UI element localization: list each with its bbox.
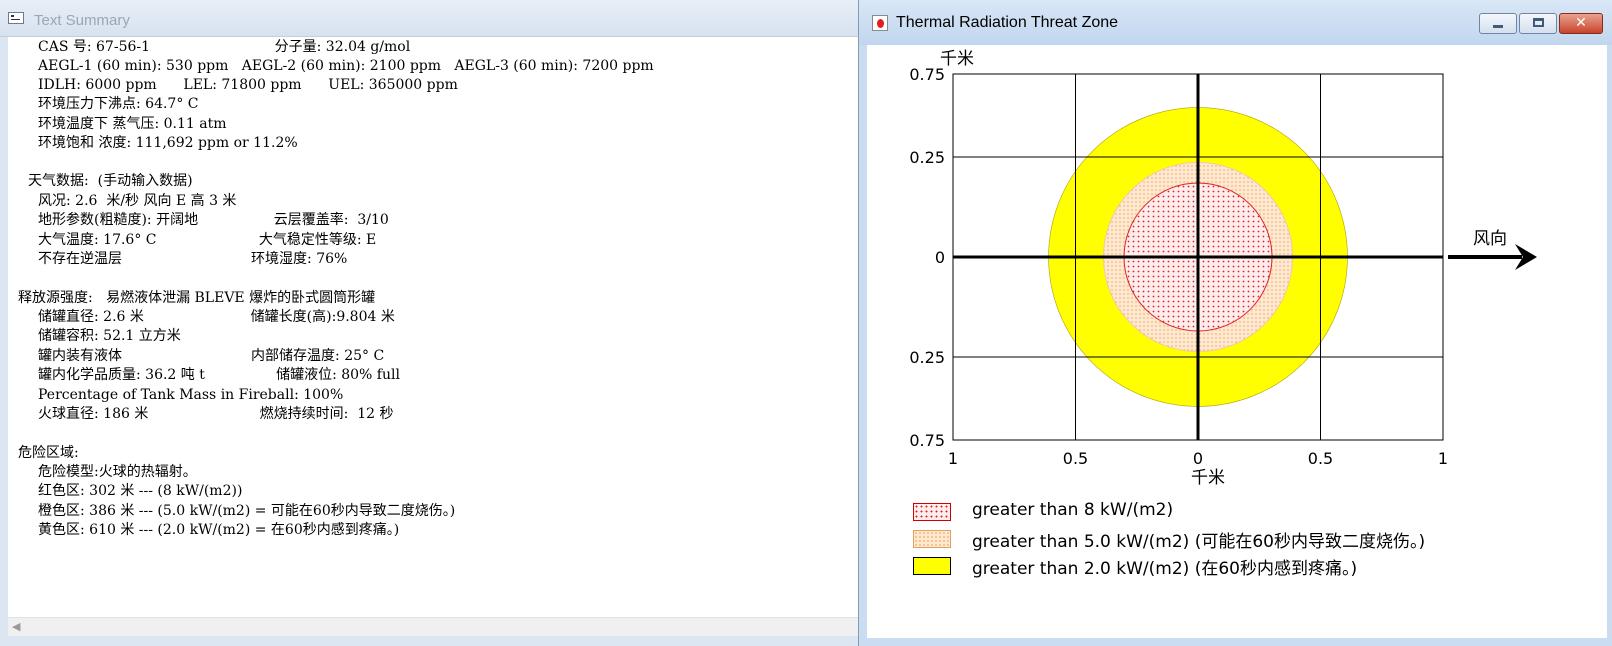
summary-line: 环境温度下 蒸气压: 0.11 atm [38, 116, 227, 132]
summary-line: 危险模型:火球的热辐射。 [38, 464, 197, 480]
text-summary-window: Text Summary CAS 号: 67-56-1 分子量: 32.04 g… [0, 0, 858, 646]
window-title: Text Summary [34, 12, 130, 29]
summary-line: 大气温度: 17.6° C 大气稳定性等级: E [38, 232, 377, 248]
summary-line: 橙色区: 386 米 --- (5.0 kW/(m2) = 可能在60秒内导致二… [38, 503, 456, 519]
summary-line: 罐内化学品质量: 36.2 吨 t 储罐液位: 80% full [38, 367, 400, 383]
summary-line: 不存在逆温层 环境湿度: 76% [38, 251, 348, 267]
summary-line: CAS 号: 67-56-1 分子量: 32.04 g/mol [38, 39, 411, 55]
horizontal-scrollbar[interactable]: ◀ [8, 617, 858, 636]
summary-line: 天气数据: (手动输入数据) [28, 173, 193, 189]
x-axis-unit-label: 千米 [1191, 468, 1225, 488]
threat-zone-titlebar[interactable]: Thermal Radiation Threat Zone ✕ [859, 0, 1612, 45]
summary-line: 释放源强度: 易燃液体泄漏 BLEVE 爆炸的卧式圆筒形罐 [18, 290, 376, 306]
y-tick-label: 0 [935, 248, 945, 267]
maximize-button[interactable] [1519, 13, 1557, 34]
y-tick-label: 0.25 [909, 348, 945, 367]
summary-line: 红色区: 302 米 --- (8 kW/(m2)) [38, 483, 243, 499]
threat-zone-plot-area: 0.75 0.25 0 0.25 0.75 1 0.5 0 0.5 1 千米 千米 风向 greater… [867, 45, 1607, 638]
y-tick-label: 0.25 [909, 148, 945, 167]
window-icon [8, 12, 24, 24]
x-tick-label: 0.5 [1308, 449, 1333, 468]
x-tick-label: 0.5 [1063, 449, 1088, 468]
legend-label: greater than 2.0 kW/(m2) (在60秒内感到疼痛。) [972, 559, 1358, 579]
summary-line: 储罐直径: 2.6 米 储罐长度(高):9.804 米 [38, 309, 395, 325]
legend-swatch [913, 557, 951, 575]
summary-line: Percentage of Tank Mass in Fireball: 100… [38, 387, 344, 403]
y-tick-label: 0.75 [909, 431, 945, 450]
summary-line: 火球直径: 186 米 燃烧持续时间: 12 秒 [38, 406, 394, 422]
legend-label: greater than 5.0 kW/(m2) (可能在60秒内导致二度烧伤。… [972, 532, 1426, 552]
maximize-icon [1533, 18, 1544, 27]
minimize-icon [1493, 25, 1503, 28]
summary-line: AEGL-1 (60 min): 530 ppm AEGL-2 (60 min)… [38, 58, 654, 74]
summary-line: 储罐容积: 52.1 立方米 [38, 328, 181, 344]
y-axis-unit-label: 千米 [940, 49, 974, 69]
window-title: Thermal Radiation Threat Zone [896, 14, 1119, 31]
summary-text-area[interactable]: CAS 号: 67-56-1 分子量: 32.04 g/mol AEGL-1 (… [8, 37, 858, 617]
threat-zone-window: Thermal Radiation Threat Zone ✕ 0.75 0.25… [858, 0, 1612, 646]
summary-line: 风况: 2.6 米/秒 风向 E 高 3 米 [38, 193, 237, 209]
close-icon: ✕ [1575, 15, 1587, 31]
summary-line: 地形参数(粗糙度): 开阔地 云层覆盖率: 3/10 [38, 212, 389, 228]
summary-line: 环境压力下沸点: 64.7° C [38, 96, 199, 112]
minimize-button[interactable] [1479, 13, 1517, 34]
legend-swatch [913, 530, 951, 548]
summary-line: 黄色区: 610 米 --- (2.0 kW/(m2) = 在60秒内感到疼痛。… [38, 522, 400, 538]
legend-label: greater than 8 kW/(m2) [972, 500, 1174, 520]
window-icon [872, 15, 888, 31]
summary-line: 危险区域: [18, 445, 79, 461]
x-tick-label: 1 [1438, 449, 1448, 468]
x-tick-label: 1 [948, 449, 958, 468]
close-button[interactable]: ✕ [1559, 13, 1603, 34]
legend-swatch [913, 503, 951, 521]
summary-line: 罐内装有液体 内部储存温度: 25° C [38, 348, 385, 364]
summary-line: 环境饱和 浓度: 111,692 ppm or 11.2% [38, 135, 298, 151]
wind-direction-label: 风向 [1473, 229, 1507, 249]
x-tick-label: 0 [1193, 449, 1203, 468]
text-summary-titlebar[interactable]: Text Summary [0, 0, 858, 37]
summary-line: IDLH: 6000 ppm LEL: 71800 ppm UEL: 36500… [38, 77, 458, 93]
scroll-left-arrow-icon[interactable]: ◀ [12, 620, 20, 633]
